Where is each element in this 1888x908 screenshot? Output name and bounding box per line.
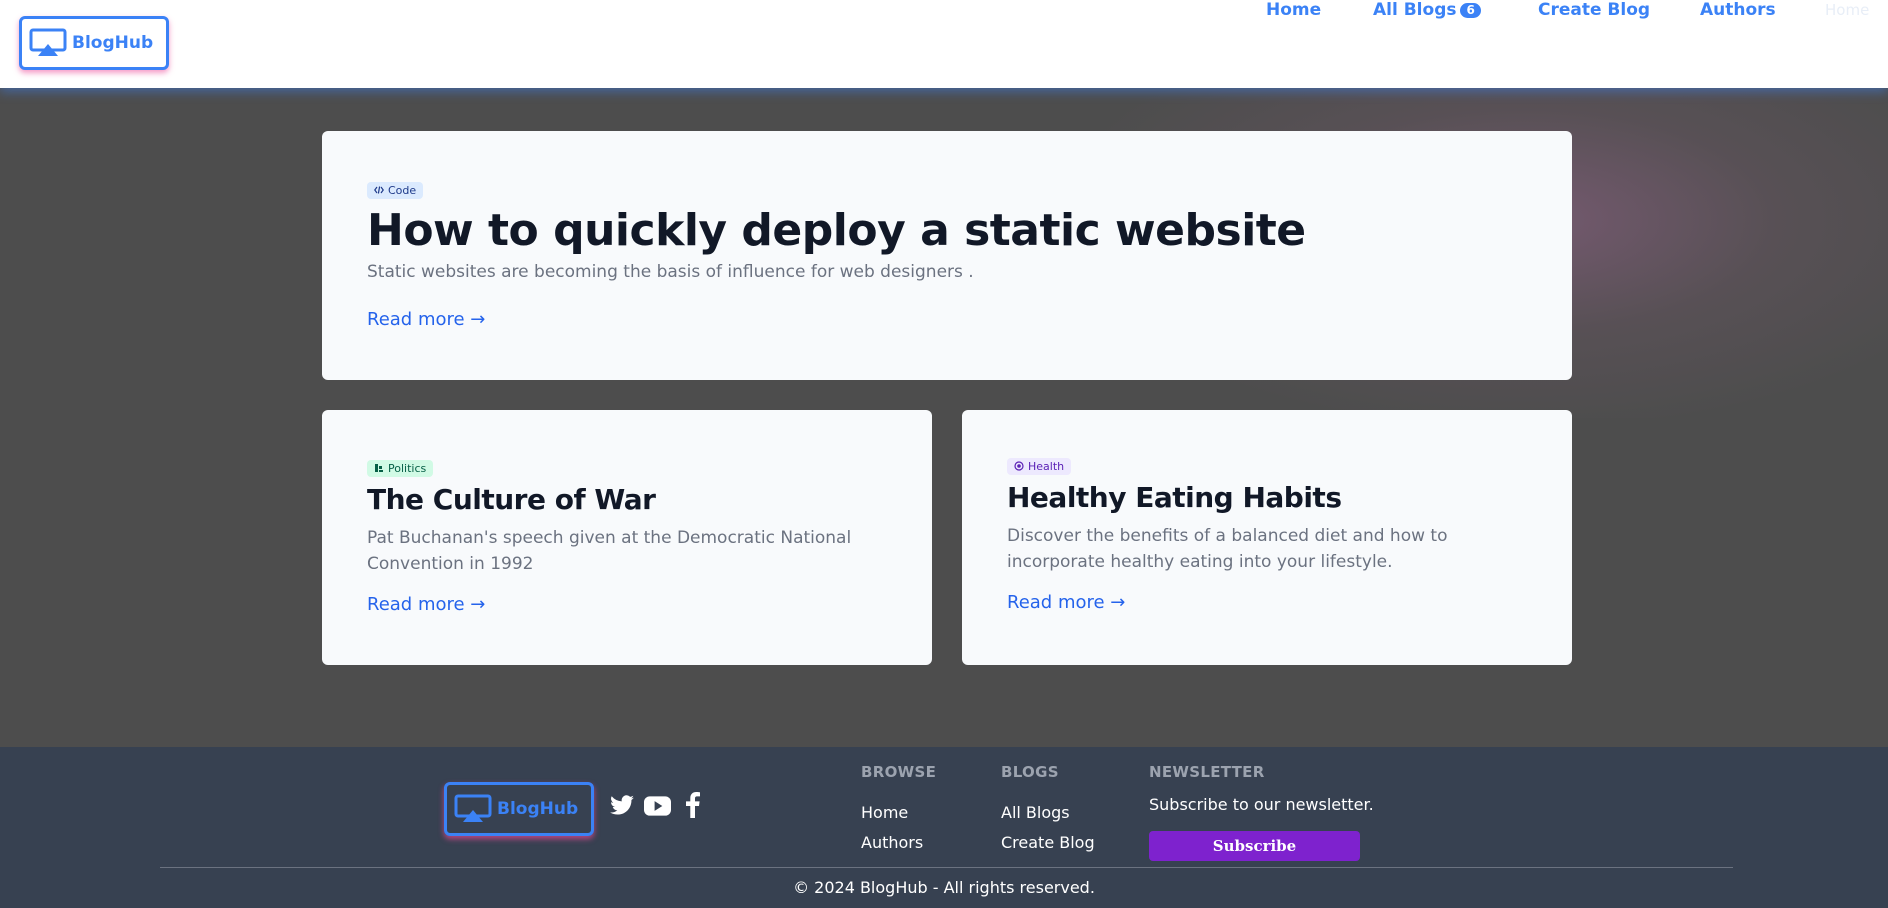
- nav-home[interactable]: Home: [1266, 0, 1321, 20]
- post-description: Pat Buchanan's speech given at the Democ…: [367, 528, 852, 574]
- youtube-icon[interactable]: [644, 796, 672, 818]
- nav-create-blog[interactable]: Create Blog: [1538, 0, 1650, 20]
- tag-health[interactable]: Health: [1007, 457, 1072, 475]
- copyright: © 2024 BlogHub - All rights reserved.: [793, 878, 1095, 897]
- site-footer: BlogHub BROWSE Home Authors BLOGS All Bl…: [0, 747, 1888, 908]
- monitor-icon: [29, 28, 67, 56]
- logo-text: BlogHub: [72, 33, 154, 53]
- nav-authors[interactable]: Authors: [1700, 0, 1776, 20]
- code-icon: [374, 186, 384, 194]
- footer-logo[interactable]: BlogHub: [444, 782, 594, 836]
- post-card[interactable]: Health Healthy Eating Habits Discover th…: [962, 410, 1572, 665]
- logo[interactable]: BlogHub: [19, 16, 169, 70]
- footer-link-all-blogs[interactable]: All Blogs: [1001, 803, 1070, 822]
- tag-code[interactable]: Code: [367, 181, 424, 199]
- featured-description: Static websites are becoming the basis o…: [367, 262, 974, 282]
- facebook-icon[interactable]: [686, 792, 702, 818]
- read-more-link[interactable]: Read more →: [367, 594, 485, 615]
- read-more-link[interactable]: Read more →: [367, 309, 485, 330]
- blogs-heading: BLOGS: [1001, 763, 1059, 781]
- tag-label: Code: [388, 183, 417, 197]
- tag-label: Health: [1028, 459, 1065, 473]
- footer-link-authors[interactable]: Authors: [861, 833, 923, 852]
- footer-link-home[interactable]: Home: [861, 803, 908, 822]
- featured-title: How to quickly deploy a static website: [367, 205, 1306, 256]
- tag-label: Politics: [388, 461, 427, 475]
- blog-count-badge: 6: [1460, 2, 1481, 18]
- nav-all-blogs[interactable]: All Blogs 6: [1373, 0, 1481, 20]
- monitor-icon: [454, 794, 492, 822]
- health-icon: [1014, 461, 1024, 471]
- tag-politics[interactable]: Politics: [367, 459, 434, 477]
- post-title: Healthy Eating Habits: [1007, 481, 1342, 514]
- browse-heading: BROWSE: [861, 763, 937, 781]
- footer-logo-text: BlogHub: [497, 799, 579, 819]
- newsletter-heading: NEWSLETTER: [1149, 763, 1265, 781]
- nav-all-blogs-label: All Blogs: [1373, 0, 1457, 20]
- footer-link-create-blog[interactable]: Create Blog: [1001, 833, 1095, 852]
- read-more-link[interactable]: Read more →: [1007, 592, 1125, 613]
- nav-home-ghost[interactable]: Home: [1825, 1, 1869, 19]
- post-card[interactable]: Politics The Culture of War Pat Buchanan…: [322, 410, 932, 665]
- politics-icon: [375, 464, 383, 472]
- site-header: BlogHub Home All Blogs 6 Create Blog Auth…: [0, 0, 1888, 88]
- twitter-icon[interactable]: [609, 795, 637, 819]
- featured-post-card[interactable]: Code How to quickly deploy a static webs…: [322, 131, 1572, 380]
- post-title: The Culture of War: [367, 483, 656, 516]
- newsletter-text: Subscribe to our newsletter.: [1149, 795, 1374, 814]
- post-description: Discover the benefits of a balanced diet…: [1007, 526, 1448, 572]
- footer-divider: [160, 867, 1733, 868]
- subscribe-button[interactable]: Subscribe: [1149, 831, 1360, 861]
